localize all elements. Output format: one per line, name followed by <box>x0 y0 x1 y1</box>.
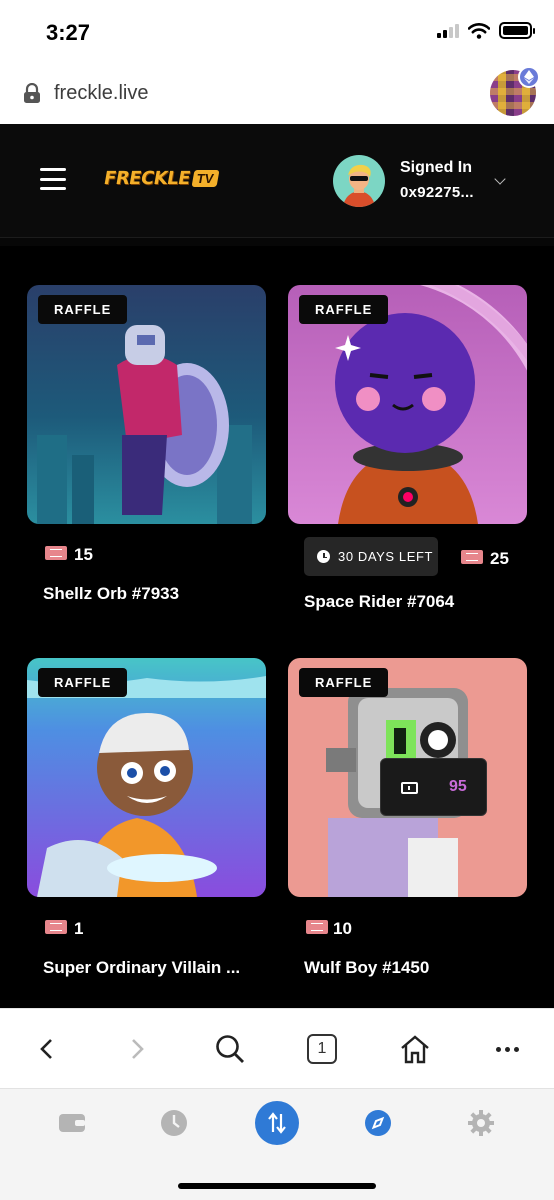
freckle-app: FRECKLE TV Signed In 0x92275... RAFFLE 1… <box>0 124 554 1008</box>
wallet-address: 0x92275... <box>400 184 474 201</box>
raffle-tag: RAFFLE <box>299 668 389 697</box>
time-left-text: 30 DAYS LEFT <box>338 549 434 564</box>
ticket-count: 15 <box>74 545 93 564</box>
browser-icon[interactable] <box>358 1103 398 1143</box>
forward-icon[interactable] <box>118 1029 158 1069</box>
ticket-balance: 95 <box>449 778 467 795</box>
more-icon[interactable] <box>487 1029 527 1069</box>
logo-badge: TV <box>191 170 220 187</box>
url-text[interactable]: freckle.live <box>54 82 148 105</box>
back-icon[interactable] <box>26 1029 66 1069</box>
menu-icon[interactable] <box>40 168 66 190</box>
ticket-balance-pill[interactable]: 95 <box>380 758 487 816</box>
nft-image[interactable]: RAFFLE <box>288 285 527 524</box>
nft-card[interactable]: RAFFLE 15 Shellz Orb #7933 <box>27 285 266 615</box>
ethereum-icon <box>518 66 540 88</box>
top-nav: FRECKLE TV Signed In 0x92275... <box>0 124 554 238</box>
nft-image[interactable]: RAFFLE <box>27 658 266 897</box>
status-bar: 3:27 <box>0 0 554 62</box>
chevron-down-icon[interactable] <box>494 173 506 185</box>
nft-card[interactable]: RAFFLE 10 Wulf Boy #1450 <box>288 658 527 988</box>
nft-title[interactable]: Wulf Boy #1450 <box>304 958 429 978</box>
status-time: 3:27 <box>46 20 91 45</box>
browser-url-bar[interactable]: freckle.live <box>0 62 554 124</box>
ticket-count: 10 <box>333 919 352 938</box>
raffle-tag: RAFFLE <box>38 295 128 324</box>
lock-icon <box>24 83 40 103</box>
battery-icon <box>499 22 535 39</box>
wallet-icon[interactable] <box>52 1103 92 1143</box>
raffle-tag: RAFFLE <box>38 668 128 697</box>
settings-icon[interactable] <box>461 1103 501 1143</box>
ticket-icon <box>45 546 67 560</box>
signed-in-label: Signed In <box>400 159 472 176</box>
logo-text: FRECKLE <box>102 168 192 189</box>
history-icon[interactable] <box>154 1103 194 1143</box>
ticket-icon <box>45 920 67 934</box>
tab-count: 1 <box>307 1034 337 1064</box>
nft-title[interactable]: Super Ordinary Villain ... <box>43 958 240 978</box>
browser-toolbar: 1 <box>0 1008 554 1088</box>
search-icon[interactable] <box>210 1029 250 1069</box>
nft-image[interactable]: RAFFLE <box>27 285 266 524</box>
freckle-tv-logo[interactable]: FRECKLE TV <box>102 168 220 189</box>
clock-icon <box>317 550 330 563</box>
app-tab-bar <box>0 1088 554 1200</box>
raffle-tag: RAFFLE <box>299 295 389 324</box>
user-avatar[interactable] <box>333 155 385 207</box>
ticket-icon <box>306 920 328 934</box>
status-icons <box>437 22 535 39</box>
ticket-count: 25 <box>490 549 509 568</box>
home-icon[interactable] <box>395 1029 435 1069</box>
home-indicator <box>178 1183 376 1189</box>
nft-card[interactable]: RAFFLE 1 Super Ordinary Villain ... <box>27 658 266 988</box>
swap-icon[interactable] <box>255 1101 299 1145</box>
ticket-count: 1 <box>74 919 84 938</box>
wifi-icon <box>468 22 490 39</box>
ticket-outline-icon <box>401 782 418 794</box>
tabs-icon[interactable]: 1 <box>302 1029 342 1069</box>
time-left-badge: 30 DAYS LEFT <box>304 537 438 576</box>
cellular-signal-icon <box>437 23 459 38</box>
nft-title[interactable]: Shellz Orb #7933 <box>43 584 179 604</box>
ticket-icon <box>461 550 483 564</box>
nft-title[interactable]: Space Rider #7064 <box>304 592 454 612</box>
